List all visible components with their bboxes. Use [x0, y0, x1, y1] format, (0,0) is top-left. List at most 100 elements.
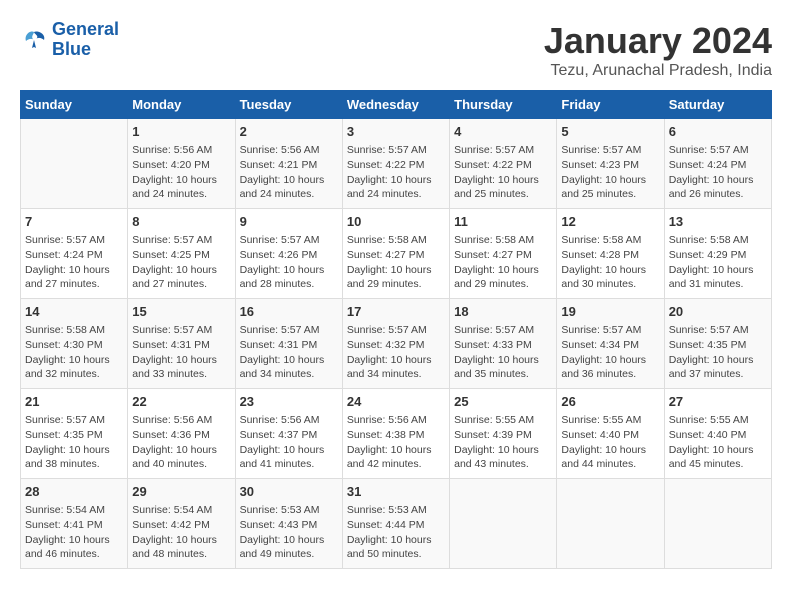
daylight-text: Daylight: 10 hours: [132, 353, 230, 368]
sunrise-text: Sunrise: 5:55 AM: [454, 413, 552, 428]
calendar-cell: 24Sunrise: 5:56 AMSunset: 4:38 PMDayligh…: [342, 389, 449, 479]
calendar-week-row: 14 Sunrise: 5:58 AMSunset: 4:30 PM Dayligh…: [21, 299, 772, 389]
sunset-text: Sunset: 4:38 PM: [347, 428, 445, 443]
daylight-text: and 28 minutes.: [240, 277, 338, 292]
calendar-cell: 17Sunrise: 5:57 AMSunset: 4:32 PMDayligh…: [342, 299, 449, 389]
day-number: 27: [669, 393, 767, 411]
sunset-text: Sunset: 4:20 PM: [132, 158, 230, 173]
header-saturday: Saturday: [664, 91, 771, 119]
daylight-text: and 40 minutes.: [132, 457, 230, 472]
day-number: 4: [454, 123, 552, 141]
day-number: 5: [561, 123, 659, 141]
daylight-text: and 50 minutes.: [347, 547, 445, 562]
day-number: 29: [132, 483, 230, 501]
logo: General Blue: [20, 20, 119, 60]
sunset-text: Sunset: 4:27 PM: [347, 248, 445, 263]
daylight-text: Daylight: 10 hours: [347, 353, 445, 368]
day-number: 25: [454, 393, 552, 411]
calendar-cell: 10Sunrise: 5:58 AMSunset: 4:27 PMDayligh…: [342, 209, 449, 299]
calendar-cell: 31Sunrise: 5:53 AMSunset: 4:44 PMDayligh…: [342, 479, 449, 569]
sunrise-text: Sunrise: 5:58 AM: [669, 233, 767, 248]
daylight-text: Daylight: 10 hours: [347, 173, 445, 188]
day-number: 13: [669, 213, 767, 231]
day-info: Sunrise: 5:53 AMSunset: 4:44 PMDaylight:…: [347, 503, 445, 562]
calendar-cell: 8Sunrise: 5:57 AMSunset: 4:25 PMDaylight…: [128, 209, 235, 299]
daylight-text: and 29 minutes.: [454, 277, 552, 292]
day-info: Sunrise: 5:56 AMSunset: 4:21 PMDaylight:…: [240, 143, 338, 202]
page-header: General Blue January 2024 Tezu, Arunacha…: [20, 20, 772, 80]
daylight-text: Daylight: 10 hours: [132, 533, 230, 548]
sunrise-text: Sunrise: 5:54 AM: [132, 503, 230, 518]
logo-icon: [20, 28, 48, 52]
sunrise-text: Sunrise: 5:57 AM: [454, 323, 552, 338]
logo-text-general: General: [52, 20, 119, 40]
sunset-text: Sunset: 4:35 PM: [25, 428, 123, 443]
header-monday: Monday: [128, 91, 235, 119]
sunset-text: Sunset: 4:30 PM: [25, 338, 123, 353]
day-info: Sunrise: 5:57 AMSunset: 4:32 PMDaylight:…: [347, 323, 445, 382]
daylight-text: and 38 minutes.: [25, 457, 123, 472]
calendar-week-row: 7 Sunrise: 5:57 AMSunset: 4:24 PMDaylight…: [21, 209, 772, 299]
day-number: 15: [132, 303, 230, 321]
calendar-cell: 3Sunrise: 5:57 AMSunset: 4:22 PMDaylight…: [342, 119, 449, 209]
daylight-text: Daylight: 10 hours: [25, 533, 123, 548]
daylight-text: and 27 minutes.: [25, 277, 123, 292]
daylight-text: and 33 minutes.: [132, 367, 230, 382]
day-number: 8: [132, 213, 230, 231]
sunrise-text: Sunrise: 5:56 AM: [132, 143, 230, 158]
daylight-text: Daylight: 10 hours: [132, 443, 230, 458]
daylight-text: Daylight: 10 hours: [25, 263, 123, 278]
calendar-table: SundayMondayTuesdayWednesdayThursdayFrid…: [20, 90, 772, 569]
daylight-text: Daylight: 10 hours: [132, 173, 230, 188]
sunrise-text: Sunrise: 5:56 AM: [347, 413, 445, 428]
sunset-text: Sunset: 4:22 PM: [454, 158, 552, 173]
month-title: January 2024: [544, 20, 772, 62]
daylight-text: Daylight: 10 hours: [669, 173, 767, 188]
header-wednesday: Wednesday: [342, 91, 449, 119]
calendar-cell: 30Sunrise: 5:53 AMSunset: 4:43 PMDayligh…: [235, 479, 342, 569]
day-info: Sunrise: 5:57 AMSunset: 4:33 PMDaylight:…: [454, 323, 552, 382]
day-info: Sunrise: 5:58 AMSunset: 4:28 PMDaylight:…: [561, 233, 659, 292]
day-number: 19: [561, 303, 659, 321]
daylight-text: Daylight: 10 hours: [454, 263, 552, 278]
daylight-text: and 25 minutes.: [454, 187, 552, 202]
day-info: Sunrise: 5:55 AMSunset: 4:40 PMDaylight:…: [669, 413, 767, 472]
sunrise-text: Sunrise: 5:58 AM: [561, 233, 659, 248]
sunset-text: Sunset: 4:42 PM: [132, 518, 230, 533]
day-info: Sunrise: 5:57 AMSunset: 4:22 PMDaylight:…: [454, 143, 552, 202]
day-info: Sunrise: 5:56 AMSunset: 4:38 PMDaylight:…: [347, 413, 445, 472]
sunrise-text: Sunrise: 5:57 AM: [25, 233, 123, 248]
sunrise-text: Sunrise: 5:57 AM: [561, 323, 659, 338]
sunrise-text: Sunrise: 5:54 AM: [25, 503, 123, 518]
daylight-text: Daylight: 10 hours: [561, 443, 659, 458]
calendar-week-row: 21Sunrise: 5:57 AMSunset: 4:35 PMDayligh…: [21, 389, 772, 479]
day-number: 14: [25, 303, 123, 321]
sunrise-text: Sunrise: 5:57 AM: [669, 143, 767, 158]
daylight-text: and 34 minutes.: [347, 367, 445, 382]
sunset-text: Sunset: 4:24 PM: [669, 158, 767, 173]
day-info: Sunrise: 5:54 AMSunset: 4:41 PMDaylight:…: [25, 503, 123, 562]
header-tuesday: Tuesday: [235, 91, 342, 119]
day-number: 1: [132, 123, 230, 141]
day-number: 7: [25, 213, 123, 231]
sunset-text: Sunset: 4:43 PM: [240, 518, 338, 533]
calendar-cell: 22Sunrise: 5:56 AMSunset: 4:36 PMDayligh…: [128, 389, 235, 479]
sunset-text: Sunset: 4:21 PM: [240, 158, 338, 173]
sunrise-text: Sunrise: 5:58 AM: [347, 233, 445, 248]
day-info: Sunrise: 5:57 AMSunset: 4:24 PMDaylight:…: [25, 233, 123, 292]
logo-text-blue: Blue: [52, 40, 119, 60]
day-number: 3: [347, 123, 445, 141]
daylight-text: and 34 minutes.: [240, 367, 338, 382]
calendar-cell: 12Sunrise: 5:58 AMSunset: 4:28 PMDayligh…: [557, 209, 664, 299]
daylight-text: Daylight: 10 hours: [454, 353, 552, 368]
day-number: 26: [561, 393, 659, 411]
sunrise-text: Sunrise: 5:57 AM: [240, 233, 338, 248]
sunrise-text: Sunrise: 5:58 AM: [25, 323, 123, 338]
daylight-text: Daylight: 10 hours: [25, 443, 123, 458]
daylight-text: and 41 minutes.: [240, 457, 338, 472]
day-info: Sunrise: 5:55 AMSunset: 4:39 PMDaylight:…: [454, 413, 552, 472]
calendar-cell: 9Sunrise: 5:57 AMSunset: 4:26 PMDaylight…: [235, 209, 342, 299]
daylight-text: and 49 minutes.: [240, 547, 338, 562]
daylight-text: Daylight: 10 hours: [240, 173, 338, 188]
header-friday: Friday: [557, 91, 664, 119]
